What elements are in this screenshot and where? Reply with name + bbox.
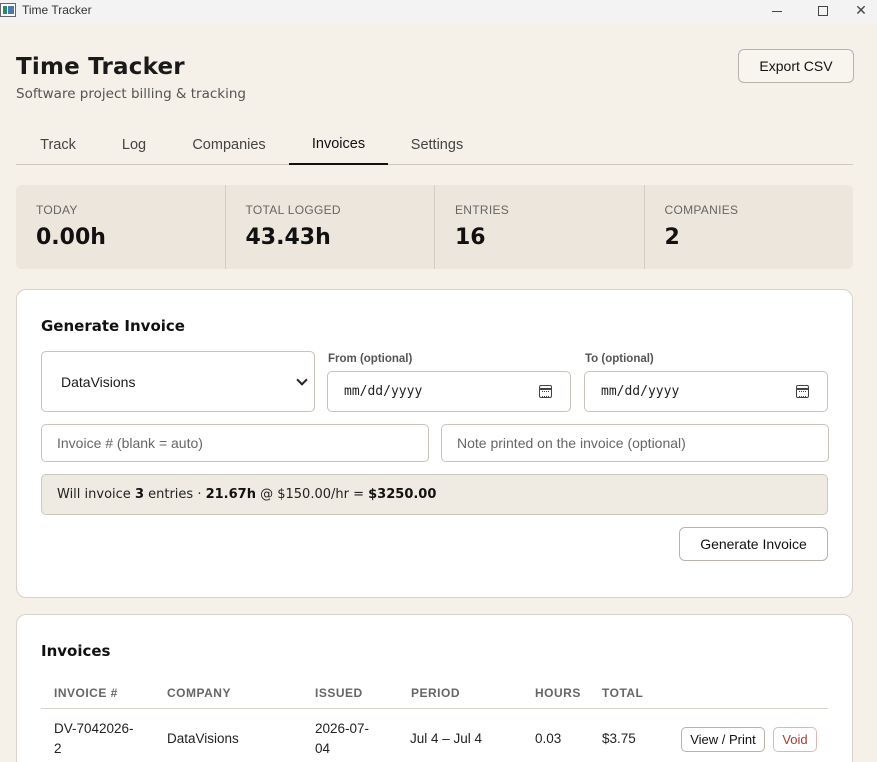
period-cell: Jul 4 – Jul 4 [410,731,483,746]
stat-label: TODAY [36,203,78,217]
stat-value: 0.00h [36,225,106,250]
from-date-input[interactable]: mm/dd/yyyy [327,371,571,412]
window-title: Time Tracker [22,3,92,17]
company-select-value: DataVisions [61,373,136,390]
close-button[interactable]: ✕ [838,0,877,22]
void-button[interactable]: Void [773,727,817,752]
stat-today: TODAY 0.00h [16,185,226,269]
page-title: Time Tracker [16,54,185,80]
tab-companies[interactable]: Companies [168,124,290,165]
from-date-label: From (optional) [328,353,413,365]
export-csv-button[interactable]: Export CSV [738,49,854,83]
page-subtitle: Software project billing & tracking [16,86,246,102]
stat-total-logged: TOTAL LOGGED 43.43h [226,185,435,269]
invoice-note-input[interactable]: Note printed on the invoice (optional) [441,424,829,462]
issued-cell: 2026-07- 04 [315,719,369,759]
summary-hours: 21.67h [205,487,256,502]
maximize-icon [818,6,828,16]
invoice-number-cell: DV-7042026- 2 [54,719,134,759]
company-select[interactable]: DataVisions [41,351,315,412]
invoice-number-line: DV-7042026- [54,721,134,736]
invoices-card: Invoices INVOICE # COMPANY ISSUED PERIOD… [16,614,853,762]
generate-invoice-card: Generate Invoice DataVisions From (optio… [16,289,853,598]
invoice-number-input[interactable]: Invoice # (blank = auto) [41,424,429,462]
stat-label: ENTRIES [455,203,510,217]
from-date-placeholder: mm/dd/yyyy [344,384,423,399]
column-header-issued: ISSUED [315,686,363,700]
summary-entries: 3 [134,487,144,502]
tab-settings[interactable]: Settings [388,124,486,165]
invoices-table-header: INVOICE # COMPANY ISSUED PERIOD HOURS TO… [41,677,828,709]
issued-line: 2026-07- [315,721,370,736]
company-cell: DataVisions [167,731,239,746]
column-header-company: COMPANY [167,686,231,700]
column-header-total: TOTAL [602,686,644,700]
tab-track[interactable]: Track [16,124,100,165]
stat-entries: ENTRIES 16 [435,185,645,269]
stat-value: 43.43h [245,225,331,250]
column-header-hours: HOURS [535,686,581,700]
summary-entries-suffix: entries · [148,487,202,502]
to-date-input[interactable]: mm/dd/yyyy [584,371,828,412]
minimize-button[interactable] [754,0,800,22]
to-date-placeholder: mm/dd/yyyy [601,384,680,399]
close-icon: ✕ [855,3,867,19]
to-date-label: To (optional) [585,353,654,365]
chevron-down-icon [296,374,308,386]
window-titlebar: Time Tracker ✕ [0,0,877,24]
calendar-icon[interactable] [539,385,552,398]
invoice-number-line: 2 [54,741,62,756]
calendar-icon[interactable] [796,385,809,398]
stat-label: TOTAL LOGGED [245,203,341,217]
tab-bar: Track Log Companies Invoices Settings [16,124,853,165]
invoices-title: Invoices [41,642,111,660]
summary-rate: @ $150.00/hr = [260,487,364,502]
generate-invoice-button[interactable]: Generate Invoice [679,527,828,561]
invoice-summary: Will invoice 3 entries · 21.67h @ $150.0… [41,474,828,515]
issued-line: 04 [315,741,331,756]
stat-value: 2 [664,225,680,250]
stat-companies: COMPANIES 2 [645,185,854,269]
summary-total: $3250.00 [368,487,437,502]
minimize-icon [772,10,782,12]
tab-log[interactable]: Log [100,124,168,165]
view-print-button[interactable]: View / Print [681,727,765,752]
column-header-invoice: INVOICE # [54,686,118,700]
generate-invoice-title: Generate Invoice [41,317,185,335]
total-cell: $3.75 [602,731,636,746]
stat-value: 16 [455,225,486,250]
stat-label: COMPANIES [664,203,739,217]
stats-bar: TODAY 0.00h TOTAL LOGGED 43.43h ENTRIES … [16,185,853,269]
hours-cell: 0.03 [535,731,562,746]
tab-invoices[interactable]: Invoices [289,124,388,165]
summary-prefix: Will invoice [57,487,131,502]
column-header-period: PERIOD [411,686,461,700]
app-icon [0,3,16,17]
